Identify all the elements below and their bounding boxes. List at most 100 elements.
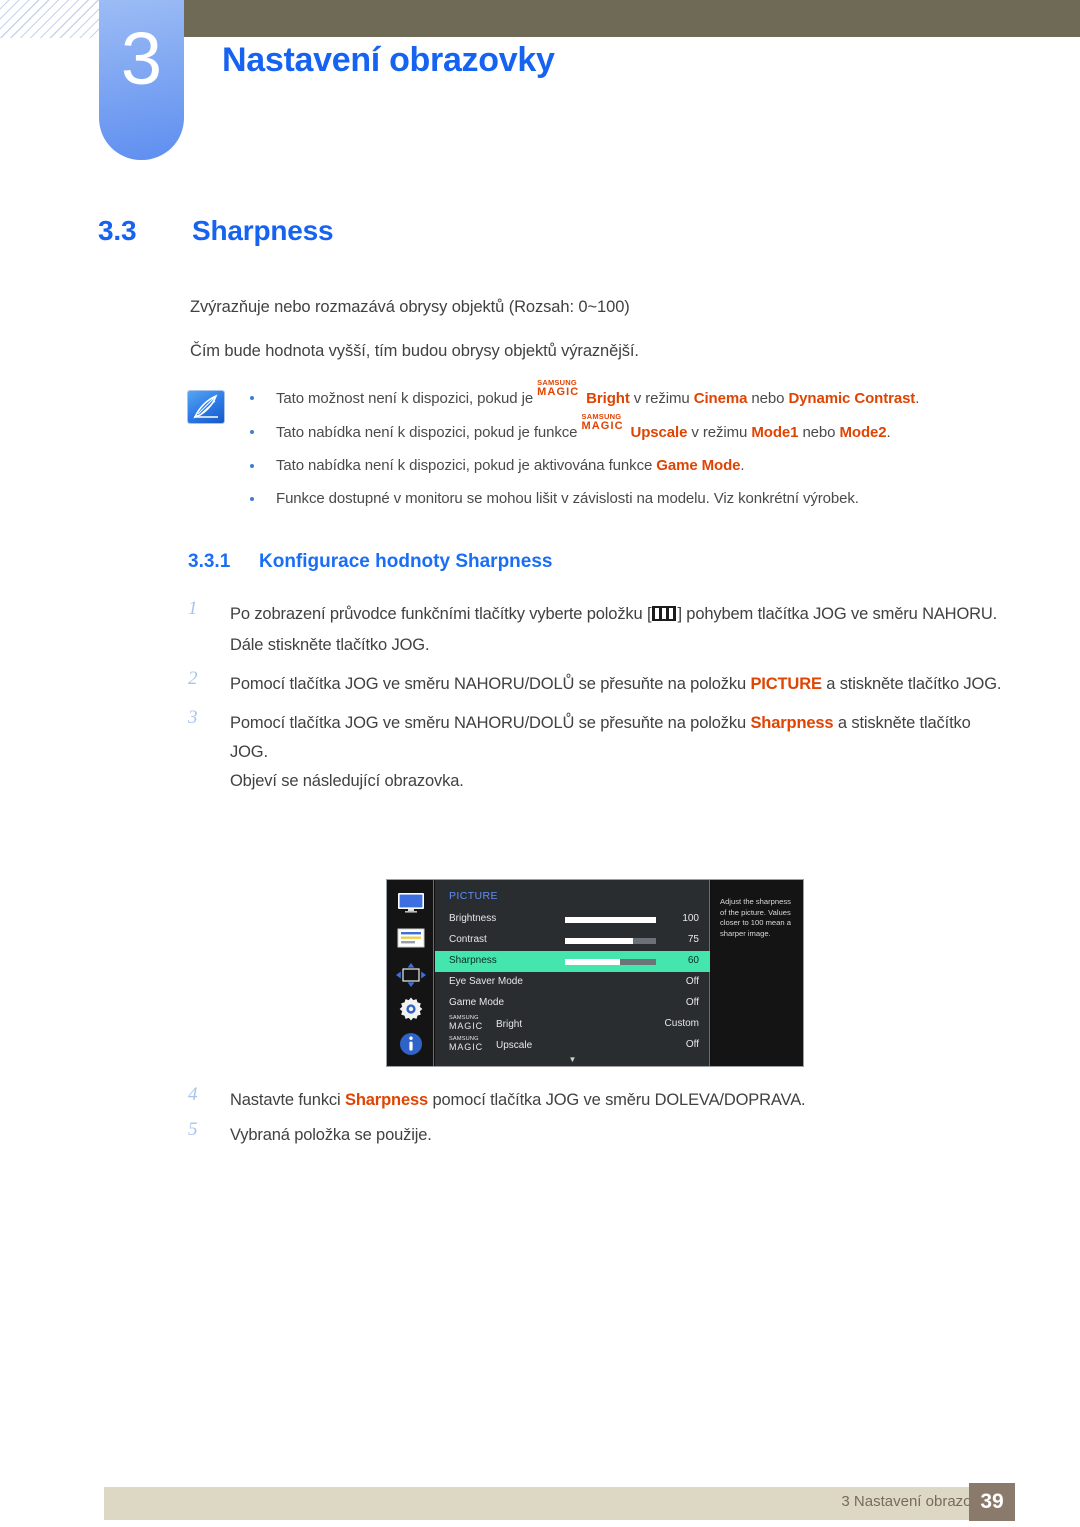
note-bullet-1-post: . (915, 390, 920, 407)
osd-row-slider[interactable] (565, 959, 656, 965)
steps-list-bottom: 4 Nastavte funkci Sharpness pomocí tlačí… (188, 1084, 1008, 1160)
osd-magic-bottom: MAGIC (449, 1021, 484, 1031)
osd-sidebar (387, 880, 434, 1066)
note-bullet-3-pre: Tato nabídka není k dispozici, pokud je … (276, 457, 657, 474)
chapter-title: Nastavení obrazovky (222, 41, 555, 79)
subsection-heading: 3.3.1 Konfigurace hodnoty Sharpness (188, 551, 552, 573)
osd-scroll-down-arrow[interactable]: ▼ (435, 1056, 710, 1064)
step-4: 4 Nastavte funkci Sharpness pomocí tlačí… (188, 1084, 1008, 1115)
osd-magic-logo: SAMSUNG MAGIC Bright (449, 1015, 522, 1033)
osd-row-value: 100 (682, 913, 699, 924)
chapter-number: 3 (120, 17, 163, 100)
step-1-text: Po zobrazení průvodce funkčními tlačítky… (230, 600, 1008, 629)
osd-row-game-mode[interactable]: Game Mode Off (435, 993, 710, 1014)
resize-arrows-icon[interactable] (387, 963, 434, 992)
step-4-text: Nastavte funkci Sharpness pomocí tlačítk… (230, 1086, 1008, 1115)
osd-row-label: Bright (496, 1019, 523, 1030)
osd-row-value: Off (685, 997, 699, 1008)
note-bullet-1: Tato možnost není k dispozici, pokud je … (188, 379, 998, 408)
info-icon[interactable] (387, 1032, 434, 1061)
osd-row-contrast[interactable]: Contrast 75 (435, 930, 710, 951)
note-bullet-2-hl2: Mode2 (839, 424, 887, 441)
section-paragraph-1: Zvýrazňuje nebo rozmazává obrysy objektů… (190, 298, 630, 316)
note-bullet-1-pre: Tato možnost není k dispozici, pokud je (276, 390, 538, 407)
osd-menu-panel: PICTURE Brightness 100 Contrast 75 Sharp… (435, 880, 710, 1066)
step-4-number: 4 (188, 1084, 198, 1105)
step-1-pre: Po zobrazení průvodce funkčními tlačítky… (230, 605, 652, 623)
step-3: 3 Pomocí tlačítka JOG ve směru NAHORU/DO… (188, 707, 1008, 796)
footer-page-number: 39 (969, 1483, 1015, 1521)
step-2: 2 Pomocí tlačítka JOG ve směru NAHORU/DO… (188, 668, 1008, 699)
osd-row-label: Brightness (449, 913, 497, 924)
section-heading: 3.3 Sharpness (98, 215, 334, 247)
section-title: Sharpness (192, 215, 334, 246)
osd-row-label: Upscale (496, 1040, 533, 1051)
step-2-number: 2 (188, 668, 198, 689)
note-bullet-2-post: . (886, 424, 891, 441)
note-bullet-1-magic-suffix: Bright (586, 390, 630, 407)
subsection-number: 3.3.1 (188, 551, 231, 572)
step-2-post: a stiskněte tlačítko JOG. (821, 675, 1002, 693)
note-bullet-2-pre: Tato nabídka není k dispozici, pokud je … (276, 424, 582, 441)
section-paragraph-2: Čím bude hodnota vyšší, tím budou obrysy… (190, 342, 639, 360)
osd-row-sharpness[interactable]: Sharpness 60 (435, 951, 710, 972)
note-bullet-2: Tato nabídka není k dispozici, pokud je … (188, 413, 998, 442)
note-bullet-1-hl2: Dynamic Contrast (788, 390, 916, 407)
osd-row-value: Off (685, 976, 699, 987)
osd-row-value: 75 (687, 934, 699, 945)
osd-magic-bottom: MAGIC (449, 1042, 484, 1052)
step-3-pre: Pomocí tlačítka JOG ve směru NAHORU/DOLŮ… (230, 714, 751, 732)
osd-magic-logo: SAMSUNG MAGIC Upscale (449, 1036, 532, 1054)
step-3-text: Pomocí tlačítka JOG ve směru NAHORU/DOLŮ… (230, 709, 1008, 767)
list-icon[interactable] (387, 928, 434, 953)
section-number: 3.3 (98, 215, 137, 246)
osd-row-magicupscale[interactable]: SAMSUNG MAGIC Upscale Off (435, 1035, 710, 1056)
note-bullet-4: Funkce dostupné v monitoru se mohou liši… (188, 489, 998, 508)
osd-row-value: Custom (664, 1018, 699, 1029)
osd-menu-title: PICTURE (449, 890, 498, 902)
note-bullet-2-mid2: nebo (798, 424, 840, 441)
step-1-number: 1 (188, 598, 198, 619)
subsection-title: Konfigurace hodnoty Sharpness (259, 551, 553, 572)
gear-icon[interactable] (387, 996, 434, 1027)
step-5-number: 5 (188, 1119, 198, 1140)
note-bullet-2-hl1: Mode1 (751, 424, 799, 441)
osd-row-label: Sharpness (449, 955, 497, 966)
samsung-magic-logo: SAMSUNG MAGIC (581, 413, 631, 437)
osd-row-slider[interactable] (565, 938, 656, 944)
osd-row-value: 60 (687, 955, 699, 966)
osd-row-eye-saver-mode[interactable]: Eye Saver Mode Off (435, 972, 710, 993)
step-4-post: pomocí tlačítka JOG ve směru DOLEVA/DOPR… (428, 1091, 806, 1109)
step-5: 5 Vybraná položka se použije. (188, 1119, 1008, 1150)
step-4-hl: Sharpness (345, 1091, 429, 1109)
note-bullet-1-mid2: nebo (747, 390, 789, 407)
step-2-text: Pomocí tlačítka JOG ve směru NAHORU/DOLŮ… (230, 670, 1008, 699)
samsung-magic-logo: SAMSUNG MAGIC (537, 379, 586, 403)
note-block: Tato možnost není k dispozici, pokud je … (188, 379, 998, 522)
steps-list: 1 Po zobrazení průvodce funkčními tlačít… (188, 598, 1008, 806)
step-3-number: 3 (188, 707, 198, 728)
header-bar (184, 0, 1080, 37)
osd-row-slider[interactable] (565, 917, 656, 923)
osd-screenshot: PICTURE Brightness 100 Contrast 75 Sharp… (386, 879, 804, 1067)
samsung-magic-bottom: MAGIC (581, 420, 624, 432)
step-3-extra: Objeví se následující obrazovka. (230, 772, 464, 790)
osd-row-brightness[interactable]: Brightness 100 (435, 909, 710, 930)
step-5-text: Vybraná položka se použije. (230, 1126, 432, 1144)
step-3-hl: Sharpness (750, 714, 834, 732)
osd-tooltip: Adjust the sharpness of the picture. Val… (711, 880, 803, 1066)
monitor-icon[interactable] (387, 892, 434, 918)
note-bullet-1-mid: v režimu (629, 390, 694, 407)
osd-row-label: Contrast (449, 934, 487, 945)
osd-row-value: Off (685, 1039, 699, 1050)
samsung-magic-bottom: MAGIC (537, 386, 580, 398)
step-1-post: ] pohybem tlačítka JOG ve směru NAHORU. (677, 605, 998, 623)
osd-row-magicbright[interactable]: SAMSUNG MAGIC Bright Custom (435, 1014, 710, 1035)
note-bullet-3: Tato nabídka není k dispozici, pokud je … (188, 456, 998, 475)
jog-menu-icon (652, 606, 677, 621)
note-bullet-2-magic-suffix: Upscale (630, 424, 688, 441)
step-4-pre: Nastavte funkci (230, 1091, 345, 1109)
osd-row-label: Eye Saver Mode (449, 976, 523, 987)
step-1: 1 Po zobrazení průvodce funkčními tlačít… (188, 598, 1008, 660)
note-bullet-2-mid: v režimu (687, 424, 752, 441)
